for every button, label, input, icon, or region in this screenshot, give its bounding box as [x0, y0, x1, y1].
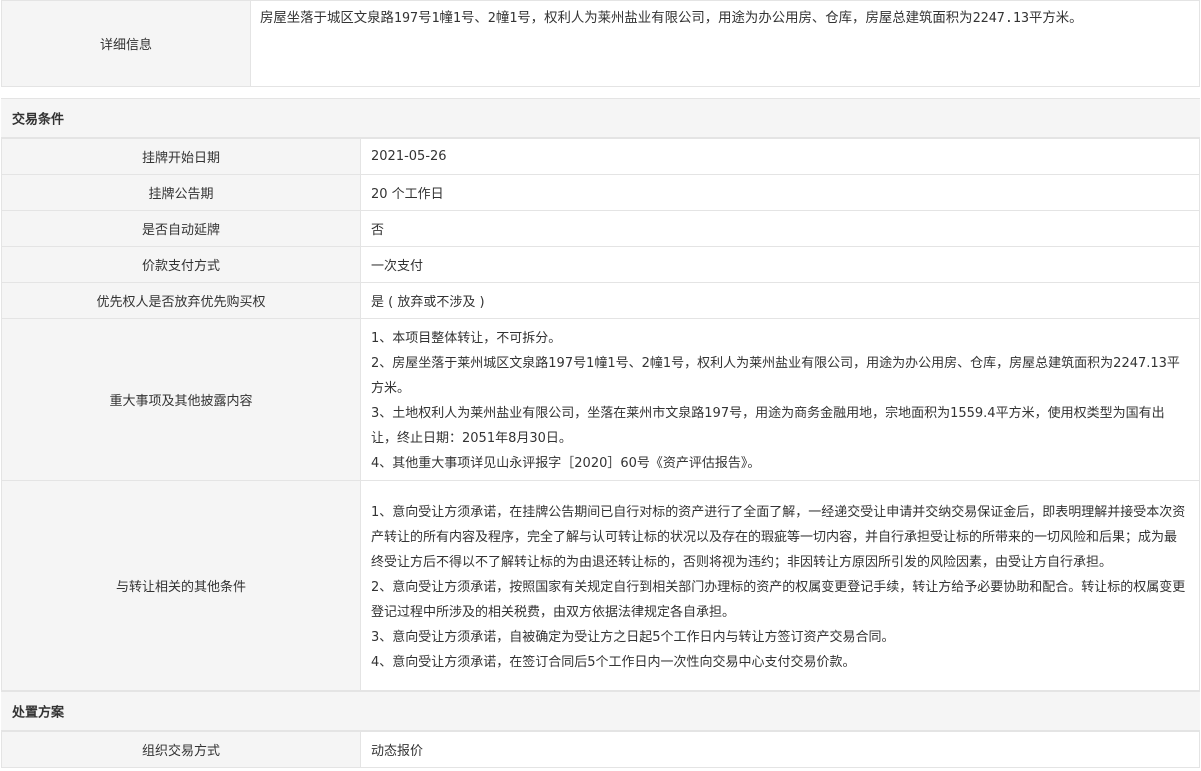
table-row: 挂牌开始日期 2021-05-26 [1, 138, 1200, 175]
list-item: 1、意向受让方须承诺，在挂牌公告期间已自行对标的资产进行了全面了解，一经递交受让… [371, 504, 1186, 570]
list-item: 2、意向受让方须承诺，按照国家有关规定自行到相关部门办理标的资产的权属变更登记手… [371, 579, 1186, 620]
row-value: 一次支付 [360, 246, 1200, 283]
table-row: 挂牌公告期 20 个工作日 [1, 174, 1200, 211]
row-value: 2021-05-26 [360, 138, 1200, 175]
row-label: 挂牌公告期 [1, 174, 361, 211]
row-label: 挂牌开始日期 [1, 138, 361, 175]
detail-row: 详细信息 房屋坐落于城区文泉路197号1幢1号、2幢1号，权利人为莱州盐业有限公… [1, 0, 1200, 87]
list-item: 1、本项目整体转让，不可拆分。 [371, 331, 562, 346]
detail-label: 详细信息 [1, 0, 251, 87]
row-label: 价款支付方式 [1, 246, 361, 283]
major-matters-row: 重大事项及其他披露内容 1、本项目整体转让，不可拆分。 2、房屋坐落于莱州城区文… [1, 318, 1200, 481]
list-item: 3、意向受让方须承诺，自被确定为受让方之日起5个工作日内与转让方签订资产交易合同… [371, 629, 895, 645]
row-label: 优先权人是否放弃优先购买权 [1, 282, 361, 319]
section-title: 交易条件 [12, 112, 65, 128]
row-value: 是 ( 放弃或不涉及 ) [360, 282, 1200, 319]
row-label: 是否自动延牌 [1, 210, 361, 247]
table-row: 组织交易方式 动态报价 [1, 731, 1200, 768]
detail-table: 详细信息 房屋坐落于城区文泉路197号1幢1号、2幢1号，权利人为莱州盐业有限公… [1, 0, 1200, 87]
detail-value: 房屋坐落于城区文泉路197号1幢1号、2幢1号，权利人为莱州盐业有限公司，用途为… [250, 0, 1200, 87]
table-row: 是否自动延牌 否 [1, 210, 1200, 247]
table-row: 优先权人是否放弃优先购买权 是 ( 放弃或不涉及 ) [1, 282, 1200, 319]
section-title: 处置方案 [12, 705, 65, 721]
other-conditions-value: 1、意向受让方须承诺，在挂牌公告期间已自行对标的资产进行了全面了解，一经递交受让… [360, 480, 1200, 691]
table-row: 价款支付方式 一次支付 [1, 246, 1200, 283]
list-item: 3、土地权利人为莱州盐业有限公司，坐落在莱州市文泉路197号，用途为商务金融用地… [371, 406, 1165, 446]
row-value: 20 个工作日 [360, 174, 1200, 211]
disposal-plan-table: 组织交易方式 动态报价 [1, 731, 1200, 768]
row-label: 与转让相关的其他条件 [1, 480, 361, 691]
row-label: 组织交易方式 [1, 731, 361, 768]
row-label: 重大事项及其他披露内容 [1, 318, 361, 481]
list-item: 4、其他重大事项详见山永评报字［2020］60号《资产评估报告》。 [371, 456, 761, 471]
list-item: 2、房屋坐落于莱州城区文泉路197号1幢1号、2幢1号，权利人为莱州盐业有限公司… [371, 356, 1180, 396]
row-value: 动态报价 [360, 731, 1200, 768]
list-item: 4、意向受让方须承诺，在签订合同后5个工作日内一次性向交易中心支付交易价款。 [371, 654, 856, 670]
section-disposal-plan: 处置方案 [1, 691, 1200, 731]
row-value: 否 [360, 210, 1200, 247]
trade-conditions-table: 挂牌开始日期 2021-05-26 挂牌公告期 20 个工作日 是否自动延牌 否… [1, 138, 1200, 691]
major-matters-value: 1、本项目整体转让，不可拆分。 2、房屋坐落于莱州城区文泉路197号1幢1号、2… [360, 318, 1200, 481]
other-conditions-row: 与转让相关的其他条件 1、意向受让方须承诺，在挂牌公告期间已自行对标的资产进行了… [1, 480, 1200, 691]
section-trade-conditions: 交易条件 [1, 98, 1200, 138]
